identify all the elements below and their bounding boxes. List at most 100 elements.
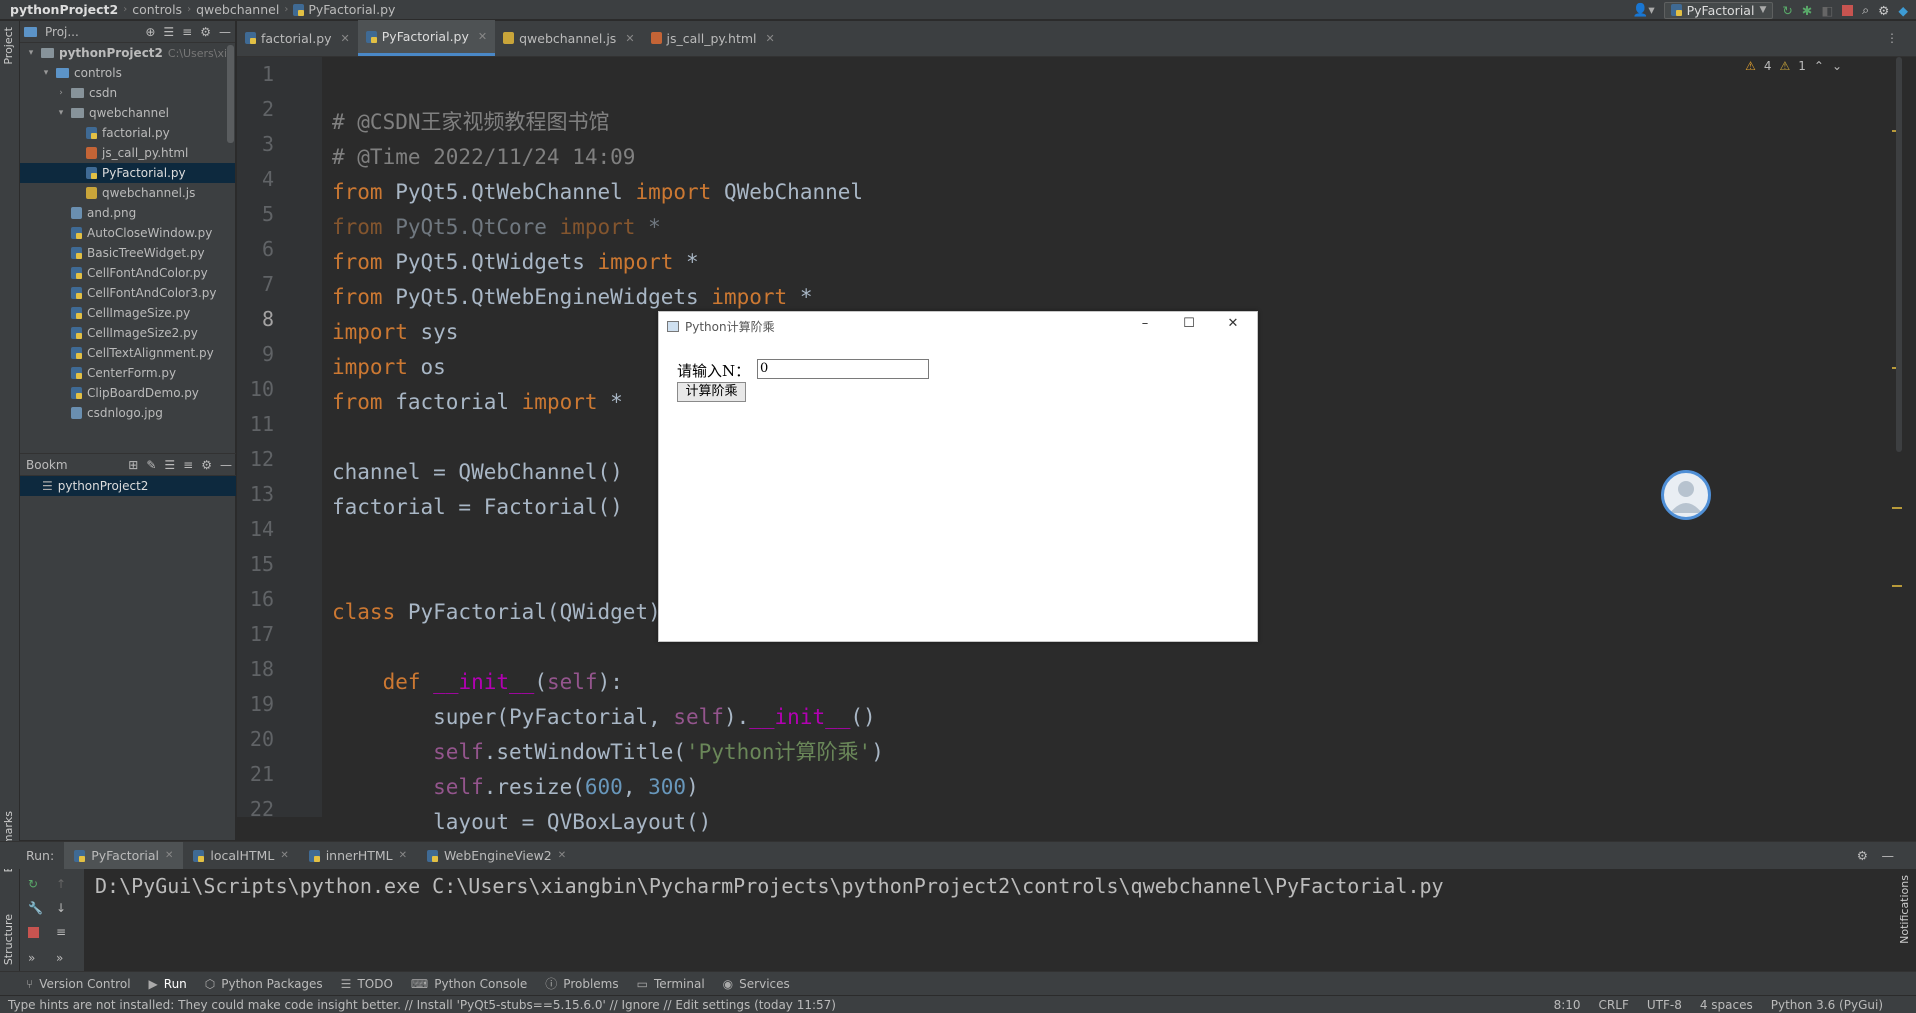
chevron-down-icon[interactable]: ▾ <box>56 108 66 118</box>
line-number[interactable]: 4 <box>237 162 322 197</box>
run-config-select[interactable]: PyFactorial ▼ <box>1663 1 1774 19</box>
editor-scrollbar[interactable] <box>1892 57 1902 817</box>
scroll-down-icon[interactable]: ↓ <box>56 901 66 915</box>
expand-all-icon[interactable]: ☰ <box>164 458 175 472</box>
locate-icon[interactable]: ⊕ <box>145 25 155 39</box>
code-line[interactable]: self.resize(600, 300) <box>322 770 1882 805</box>
run-tab[interactable]: WebEngineView2 ✕ <box>417 842 576 870</box>
caret-position[interactable]: 8:10 <box>1554 998 1581 1012</box>
line-number[interactable]: 15 <box>237 547 322 582</box>
line-number[interactable]: 5 <box>237 197 322 232</box>
interpreter[interactable]: Python 3.6 (PyGui) <box>1771 998 1883 1012</box>
close-icon[interactable]: ✕ <box>1213 316 1253 336</box>
tree-item[interactable]: AutoCloseWindow.py <box>20 223 235 243</box>
tree-item[interactable]: qwebchannel.js <box>20 183 235 203</box>
updates-icon[interactable]: ◆ <box>1898 3 1908 18</box>
user-icon[interactable]: 👤▾ <box>1633 2 1655 18</box>
scroll-thumb[interactable] <box>1896 57 1902 452</box>
coverage-icon[interactable]: ◧ <box>1821 3 1833 18</box>
collapse-all-icon[interactable]: ≡ <box>182 25 192 39</box>
hide-icon[interactable]: — <box>220 458 232 472</box>
chevron-down-icon[interactable]: ▾ <box>26 48 36 58</box>
breadcrumb-file[interactable]: PyFactorial.py <box>308 2 395 17</box>
tool-window-button[interactable]: ☰ TODO <box>341 977 393 991</box>
breadcrumb-qwebchannel[interactable]: qwebchannel <box>196 2 279 17</box>
line-number[interactable]: 18 <box>237 652 322 687</box>
tree-item[interactable]: ▾ controls <box>20 63 235 83</box>
inspection-widget[interactable]: ⚠ 4 ⚠ 1 ⌃ ⌄ <box>1745 59 1842 73</box>
line-number[interactable]: 7 <box>237 267 322 302</box>
chevron-down-icon[interactable]: ⌄ <box>1832 59 1842 73</box>
line-number[interactable]: 10 <box>237 372 322 407</box>
code-line[interactable]: def __init__(self): <box>322 665 1882 700</box>
line-number[interactable]: 9 <box>237 337 322 372</box>
line-separator[interactable]: CRLF <box>1599 998 1629 1012</box>
maximize-icon[interactable]: ☐ <box>1169 316 1209 336</box>
soft-wrap-icon[interactable]: ≡ <box>56 925 66 939</box>
debug-icon[interactable]: ✱ <box>1802 3 1812 18</box>
line-number[interactable]: 12 <box>237 442 322 477</box>
tree-scrollbar[interactable] <box>227 45 234 143</box>
code-line[interactable]: # @CSDN王家视频教程图书馆 <box>322 105 1882 140</box>
tree-item[interactable]: BasicTreeWidget.py <box>20 243 235 263</box>
bookmark-item[interactable]: ☰ pythonProject2 <box>20 476 236 496</box>
editor-tab[interactable]: factorial.py ✕ <box>237 20 358 56</box>
file-encoding[interactable]: UTF-8 <box>1647 998 1682 1012</box>
tree-item[interactable]: ClipBoardDemo.py <box>20 383 235 403</box>
code-line[interactable]: from PyQt5.QtCore import * <box>322 210 1882 245</box>
line-number[interactable]: 17 <box>237 617 322 652</box>
run-tab[interactable]: innerHTML ✕ <box>299 842 417 870</box>
settings-icon[interactable]: ⚙ <box>200 25 211 39</box>
tool-window-button[interactable]: ▭ Terminal <box>637 977 705 991</box>
more-icon[interactable]: » <box>56 951 63 965</box>
line-number[interactable]: 6 <box>237 232 322 267</box>
chevron-right-icon[interactable]: › <box>56 88 66 98</box>
more-icon[interactable]: » <box>28 951 35 965</box>
line-number[interactable]: 14 <box>237 512 322 547</box>
close-icon[interactable]: ✕ <box>280 850 288 861</box>
tree-item[interactable]: ▾ pythonProject2 C:\Users\xia <box>20 43 235 63</box>
project-panel-title[interactable]: Proj... <box>45 25 137 39</box>
bookmarks-title[interactable]: Bookm <box>24 458 120 472</box>
tree-item[interactable]: CellImageSize.py <box>20 303 235 323</box>
add-bookmark-icon[interactable]: ⊞ <box>128 458 138 472</box>
close-icon[interactable]: ✕ <box>399 850 407 861</box>
tree-item[interactable]: factorial.py <box>20 123 235 143</box>
line-number[interactable]: 3 <box>237 127 322 162</box>
code-line[interactable]: layout = QVBoxLayout() <box>322 805 1882 840</box>
line-number[interactable]: 11 <box>237 407 322 442</box>
expand-all-icon[interactable]: ☰ <box>163 25 174 39</box>
close-icon[interactable]: ✕ <box>341 32 350 45</box>
editor-tab[interactable]: PyFactorial.py ✕ <box>357 20 496 56</box>
scroll-marker[interactable] <box>1892 585 1902 587</box>
wrench-icon[interactable]: 🔧 <box>28 901 43 915</box>
tool-window-button[interactable]: ⬡ Python Packages <box>205 977 323 991</box>
compute-factorial-button[interactable]: 计算阶乘 <box>677 382 746 402</box>
hide-icon[interactable]: — <box>1882 848 1895 863</box>
code-line[interactable]: from PyQt5.QtWebEngineWidgets import * <box>322 280 1882 315</box>
tool-window-button[interactable]: ◉ Services <box>723 977 790 991</box>
settings-icon[interactable]: ⚙ <box>1857 848 1868 863</box>
close-icon[interactable]: ✕ <box>766 32 775 45</box>
tree-item[interactable]: CellImageSize2.py <box>20 323 235 343</box>
settings-icon[interactable]: ⚙ <box>201 458 212 472</box>
tree-item[interactable]: PyFactorial.py <box>20 163 235 183</box>
breadcrumb-controls[interactable]: controls <box>132 2 182 17</box>
tree-item[interactable]: CenterForm.py <box>20 363 235 383</box>
status-message[interactable]: Type hints are not installed: They could… <box>8 998 836 1012</box>
tree-item[interactable]: js_call_py.html <box>20 143 235 163</box>
notifications-tool-tab[interactable]: Notifications <box>1898 875 1911 944</box>
line-number[interactable]: 13 <box>237 477 322 512</box>
search-icon[interactable]: ⌕ <box>1862 2 1869 18</box>
tool-window-button[interactable]: ⑂ Version Control <box>26 977 131 991</box>
settings-icon[interactable]: ⚙ <box>1878 3 1889 18</box>
rerun-icon[interactable]: ↻ <box>1782 3 1792 18</box>
indent-setting[interactable]: 4 spaces <box>1700 998 1753 1012</box>
line-number[interactable]: 16 <box>237 582 322 617</box>
collapse-all-icon[interactable]: ≡ <box>183 458 193 472</box>
line-number[interactable]: 20 <box>237 722 322 757</box>
stop-icon[interactable] <box>28 927 39 938</box>
line-number[interactable]: 1 <box>237 57 322 92</box>
structure-tool-tab[interactable]: Structure <box>2 914 15 965</box>
code-line[interactable]: super(PyFactorial, self).__init__() <box>322 700 1882 735</box>
